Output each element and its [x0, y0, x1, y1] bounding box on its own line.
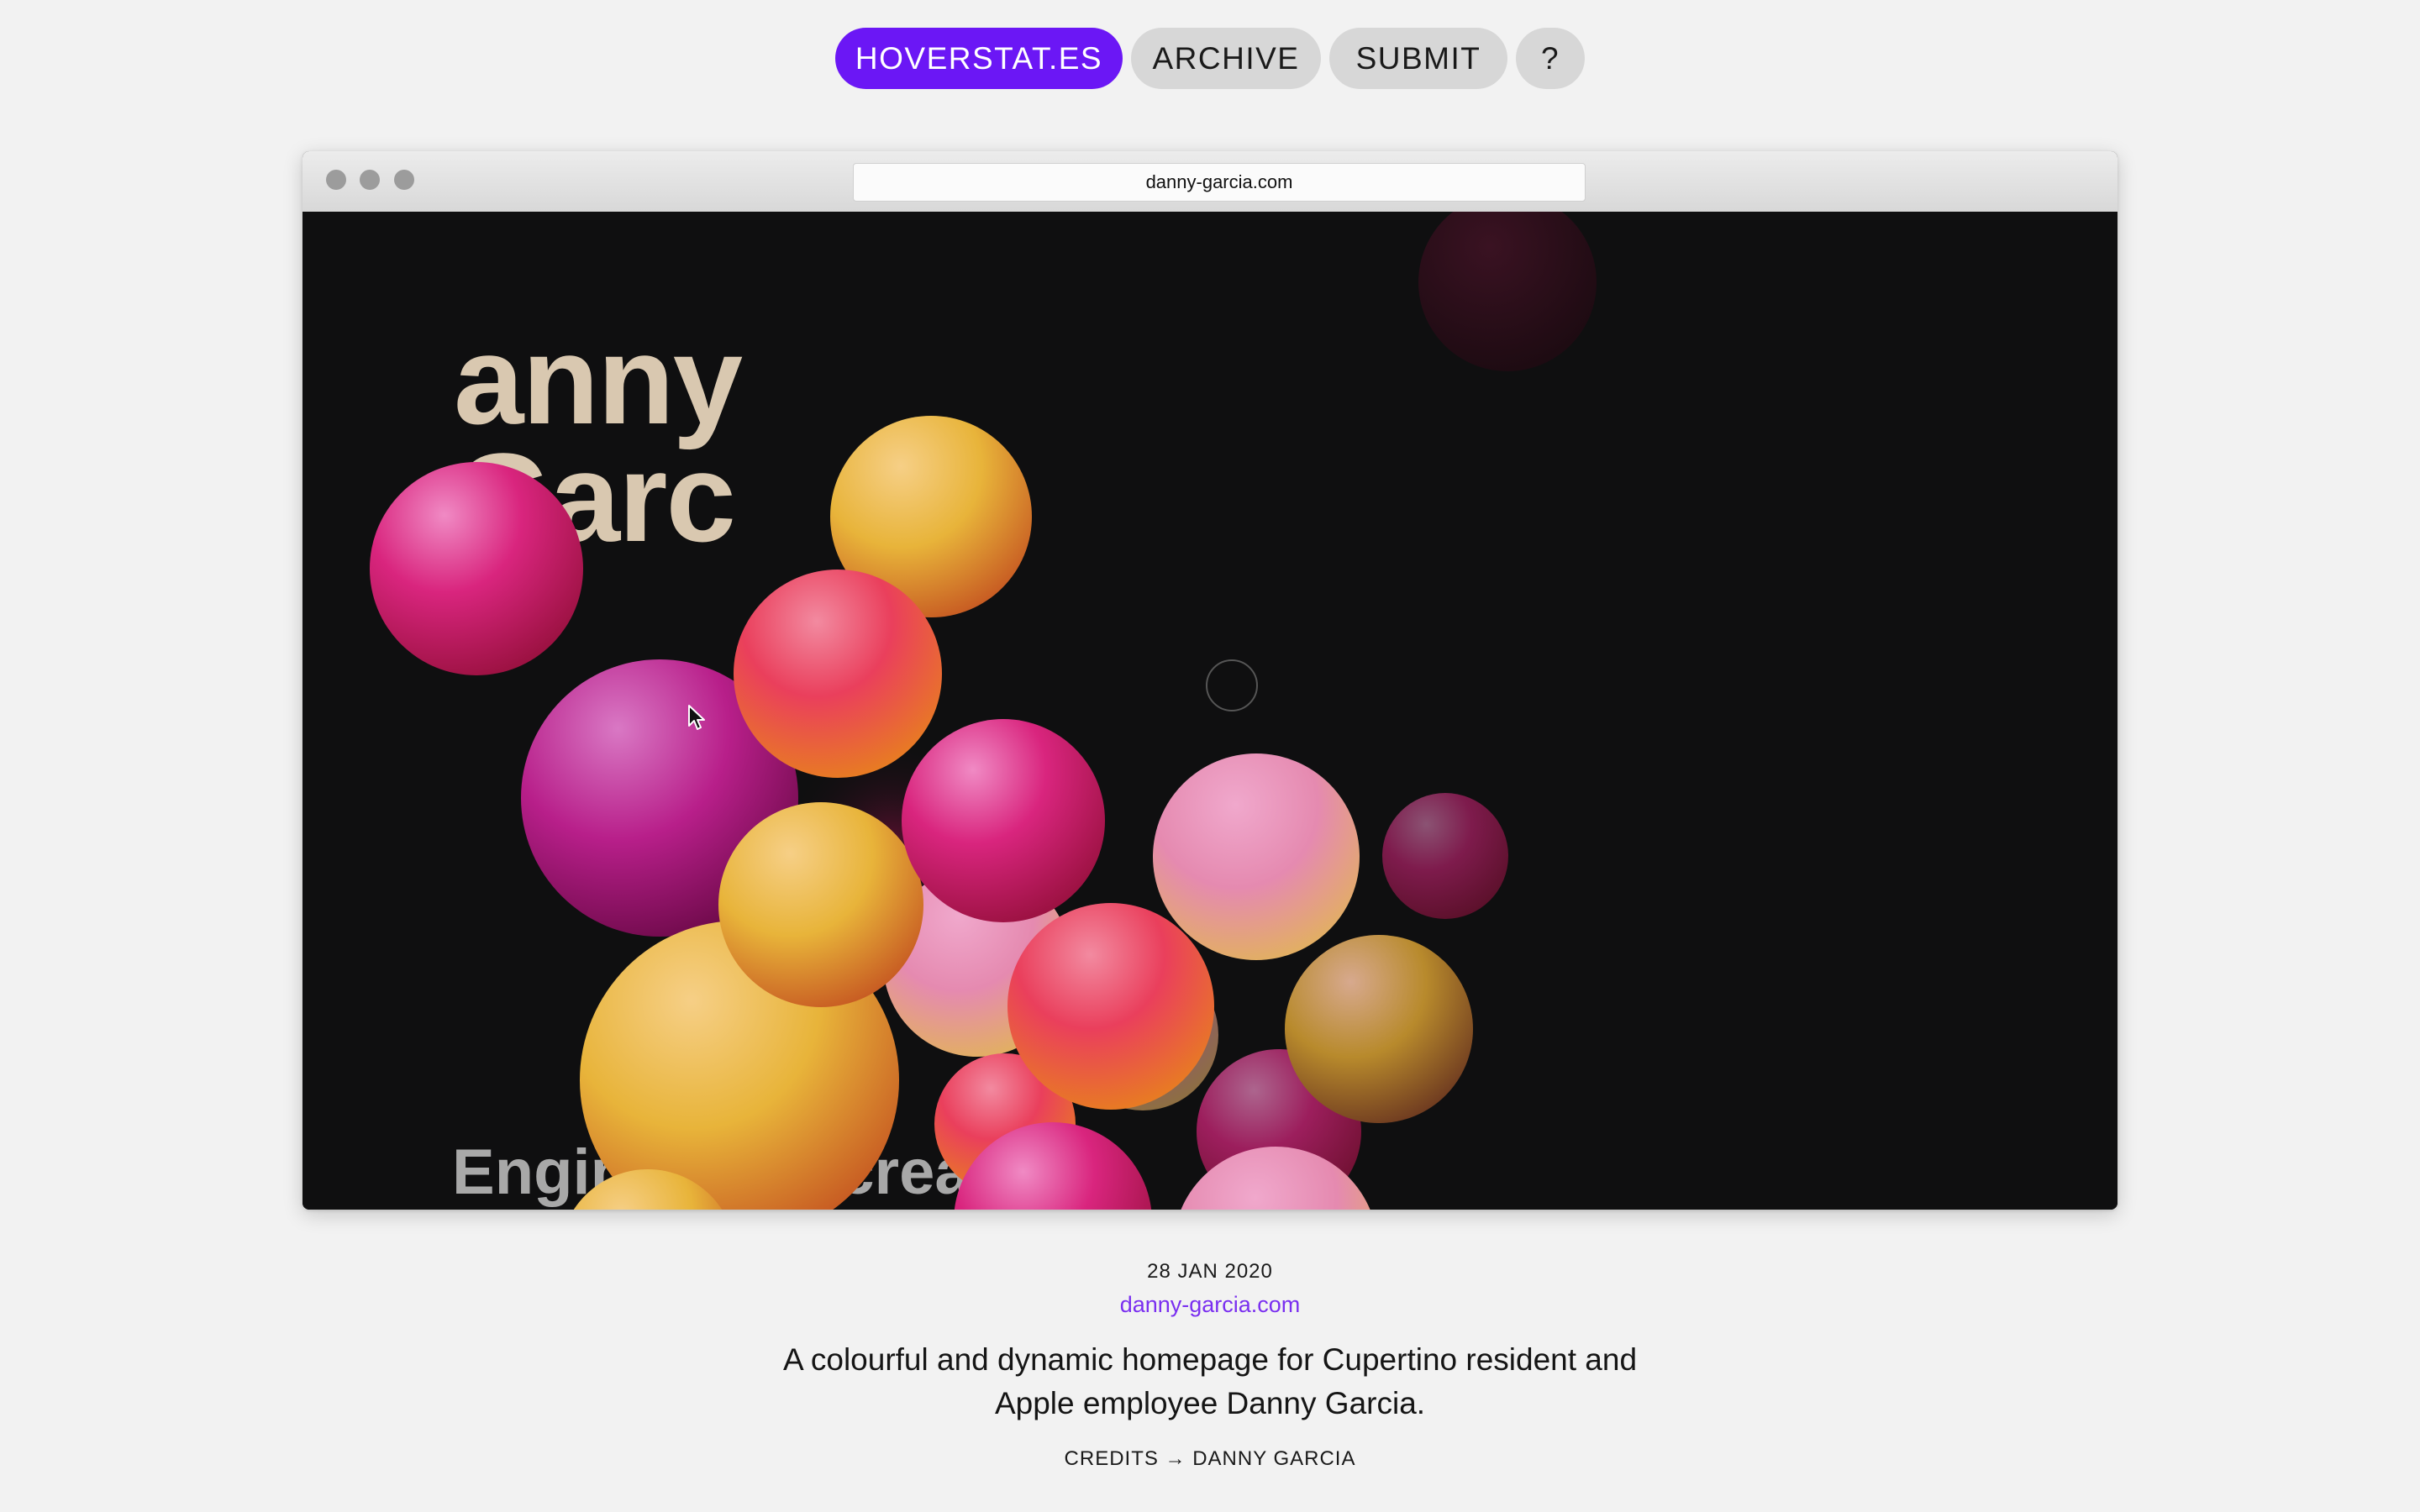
- submit-button[interactable]: SUBMIT: [1329, 28, 1507, 89]
- entry-description: A colourful and dynamic homepage for Cup…: [782, 1342, 1638, 1420]
- bubble-red: [1007, 903, 1214, 1110]
- bubble-pink: [902, 719, 1105, 922]
- bubble-pink: [1382, 793, 1508, 919]
- browser-toolbar: danny-garcia.com: [302, 151, 2118, 213]
- hoverstates-home-button[interactable]: HOVERSTAT.ES: [835, 28, 1123, 89]
- bubble-olive: [1285, 935, 1473, 1123]
- window-zoom-icon: [394, 170, 414, 190]
- site-preview[interactable]: anny Garc Engineering creati: [302, 212, 2118, 1210]
- help-button[interactable]: ?: [1516, 28, 1585, 89]
- entry-date: 28 JAN 2020: [1147, 1260, 1273, 1283]
- window-close-icon: [326, 170, 346, 190]
- bubbles-artwork: [370, 212, 1597, 1210]
- window-minimize-icon: [360, 170, 380, 190]
- bubble-red: [734, 570, 942, 778]
- bubble-dark: [1418, 212, 1597, 371]
- hover-ring-indicator: [1206, 659, 1258, 711]
- address-bar: danny-garcia.com: [853, 163, 1586, 202]
- bubble-peach: [1153, 753, 1360, 960]
- archive-button[interactable]: ARCHIVE: [1131, 28, 1321, 89]
- entry-caption: 28 JAN 2020 danny-garcia.com A colourful…: [0, 1260, 2420, 1491]
- bubble-yellow: [718, 802, 923, 1007]
- entry-site-link[interactable]: danny-garcia.com: [0, 1292, 2420, 1318]
- top-nav: HOVERSTAT.ES ARCHIVE SUBMIT ?: [0, 28, 2420, 89]
- bubble-pink: [370, 462, 583, 675]
- arrow-cursor-icon: [688, 705, 705, 730]
- entry-credits[interactable]: CREDITS → DANNY GARCIA: [0, 1447, 2420, 1471]
- browser-preview-window: danny-garcia.com anny Garc Engineering c…: [302, 151, 2118, 1210]
